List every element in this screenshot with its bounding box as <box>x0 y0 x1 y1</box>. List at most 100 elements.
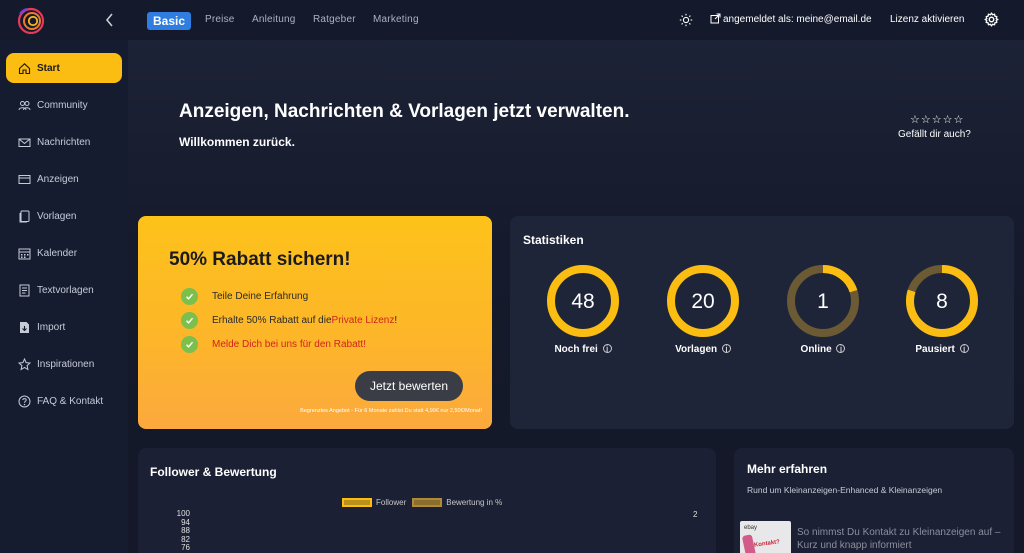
promo-item: Melde Dich bei uns für den Rabatt! <box>181 336 366 353</box>
sidebar-item-inspirationen[interactable]: Inspirationen <box>6 349 122 379</box>
y-tick: 76 <box>181 543 190 552</box>
star-icon[interactable]: ☆ <box>921 114 932 126</box>
stat-value: 8 <box>936 290 948 313</box>
rate-now-button[interactable]: Jetzt bewerten <box>355 371 463 401</box>
stat-vorlagen: 20 Vorlagen i <box>663 264 743 355</box>
star-icon[interactable]: ☆ <box>910 114 921 126</box>
sidebar-item-kalender[interactable]: Kalender <box>6 238 122 268</box>
stat-label: Vorlagen i <box>663 344 743 355</box>
collapse-sidebar-icon[interactable] <box>102 10 118 30</box>
ads-icon <box>18 174 31 184</box>
sidebar-item-label: Inspirationen <box>37 358 95 370</box>
calendar-icon <box>18 248 31 259</box>
promo-item: Teile Deine Erfahrung <box>181 288 308 305</box>
app-logo-icon[interactable] <box>17 6 45 34</box>
users-icon <box>18 100 31 110</box>
learn-more-card: Mehr erfahren Rund um Kleinanzeigen-Enha… <box>734 448 1014 553</box>
y-axis-left: 100 94 88 82 76 <box>174 509 190 553</box>
sun-icon[interactable] <box>679 13 693 27</box>
stat-label-text: Online <box>800 344 832 355</box>
sidebar-item-textvorlagen[interactable]: Textvorlagen <box>6 275 122 305</box>
template-icon <box>19 210 30 222</box>
help-icon <box>18 395 31 407</box>
sidebar-item-label: Community <box>37 99 88 111</box>
sidebar-item-label: Kalender <box>37 247 78 259</box>
stat-label: Online i <box>783 344 863 355</box>
legend-swatch <box>412 498 443 507</box>
gear-icon[interactable] <box>984 12 999 27</box>
promo-item: Erhalte 50% Rabatt auf die Private Lizen… <box>181 312 397 329</box>
mail-icon <box>18 138 31 147</box>
page-title: Anzeigen, Nachrichten & Vorlagen jetzt v… <box>179 101 630 122</box>
stat-label-text: Vorlagen <box>675 344 718 355</box>
rating-label: Gefällt dir auch? <box>898 129 971 140</box>
star-icon <box>18 357 31 371</box>
rating-stars: ☆☆☆☆☆ <box>910 113 964 126</box>
sidebar-item-label: FAQ & Kontakt <box>37 395 104 407</box>
import-icon <box>20 321 29 333</box>
promo-item-text: Erhalte 50% Rabatt auf die <box>212 315 332 326</box>
follower-title: Follower & Bewertung <box>150 465 277 479</box>
sidebar-item-label: Vorlagen <box>37 210 77 222</box>
account-link-label: angemeldet als: meine@email.de <box>723 14 872 25</box>
sidebar-item-import[interactable]: Import <box>6 312 122 342</box>
promo-item-suffix: ! <box>394 315 398 326</box>
chart-legend: Follower Bewertung in % <box>342 498 508 507</box>
check-icon <box>181 336 198 353</box>
stat-noch-frei: 48 Noch frei i <box>543 264 623 355</box>
legend-item-follower[interactable]: Follower <box>342 498 406 507</box>
legend-label: Follower <box>376 498 407 507</box>
sidebar-item-community[interactable]: Community <box>6 90 122 120</box>
discount-card: 50% Rabatt sichern! Teile Deine Erfahrun… <box>138 216 492 429</box>
statistics-title: Statistiken <box>523 233 584 247</box>
article-thumbnail[interactable]: ebay Kontakt? <box>740 521 791 553</box>
stat-value: 48 <box>571 290 594 313</box>
nav-link-anleitung[interactable]: Anleitung <box>252 14 296 25</box>
external-link-icon <box>710 13 721 24</box>
legend-label: Bewertung in % <box>446 498 503 507</box>
account-link[interactable]: angemeldet als: meine@email.de <box>710 13 872 25</box>
check-icon <box>181 312 198 329</box>
activate-license-link[interactable]: Lizenz aktivieren <box>890 14 964 25</box>
promo-item-text: Melde Dich bei uns für den Rabatt! <box>212 339 366 350</box>
sidebar-item-label: Textvorlagen <box>37 284 94 296</box>
y-tick-right: 2 <box>693 510 698 519</box>
legend-swatch <box>342 498 372 507</box>
sidebar: Start Community Nachrichten Anzeigen Vor… <box>0 40 128 553</box>
sidebar-item-anzeigen[interactable]: Anzeigen <box>6 164 122 194</box>
promo-item-text: Teile Deine Erfahrung <box>212 291 309 302</box>
sidebar-item-faq-kontakt[interactable]: FAQ & Kontakt <box>6 386 122 416</box>
star-icon[interactable]: ☆ <box>943 114 954 126</box>
sidebar-item-vorlagen[interactable]: Vorlagen <box>6 201 122 231</box>
stat-value: 20 <box>691 290 714 313</box>
sidebar-item-label: Import <box>37 321 66 333</box>
stat-label: Pausiert i <box>902 344 982 355</box>
nav-link-preise[interactable]: Preise <box>205 14 235 25</box>
statistics-card: Statistiken 48 Noch frei i 20 Vorlagen i… <box>510 216 1014 429</box>
info-icon[interactable]: i <box>836 344 846 354</box>
stat-label-text: Noch frei <box>554 344 598 355</box>
sidebar-item-nachrichten[interactable]: Nachrichten <box>6 127 122 157</box>
follower-rating-card: Follower & Bewertung Follower Bewertung … <box>138 448 716 553</box>
star-icon[interactable]: ☆ <box>954 114 965 126</box>
stat-label: Noch frei i <box>543 344 623 355</box>
nav-link-marketing[interactable]: Marketing <box>373 14 419 25</box>
star-icon[interactable]: ☆ <box>932 114 943 126</box>
private-license-link[interactable]: Private Lizenz <box>332 315 395 326</box>
legend-item-bewertung[interactable]: Bewertung in % <box>412 498 502 507</box>
article-link[interactable]: So nimmst Du Kontakt zu Kleinanzeigen au… <box>797 526 1011 552</box>
info-icon[interactable]: i <box>959 344 969 354</box>
top-bar: Basic Preise Anleitung Ratgeber Marketin… <box>0 0 1024 40</box>
home-icon <box>18 62 31 74</box>
thumb-brand: ebay <box>744 525 758 531</box>
stat-value: 1 <box>817 290 829 313</box>
offer-note: Begrenztes Angebot - Für 6 Monate zahlst… <box>300 408 482 414</box>
text-template-icon <box>19 284 30 296</box>
info-icon[interactable]: i <box>602 344 612 354</box>
stat-label-text: Pausiert <box>915 344 955 355</box>
sidebar-item-start[interactable]: Start <box>6 53 122 83</box>
plan-badge[interactable]: Basic <box>147 12 192 30</box>
nav-link-ratgeber[interactable]: Ratgeber <box>313 14 356 25</box>
info-icon[interactable]: i <box>721 344 731 354</box>
discount-title: 50% Rabatt sichern! <box>169 249 351 270</box>
